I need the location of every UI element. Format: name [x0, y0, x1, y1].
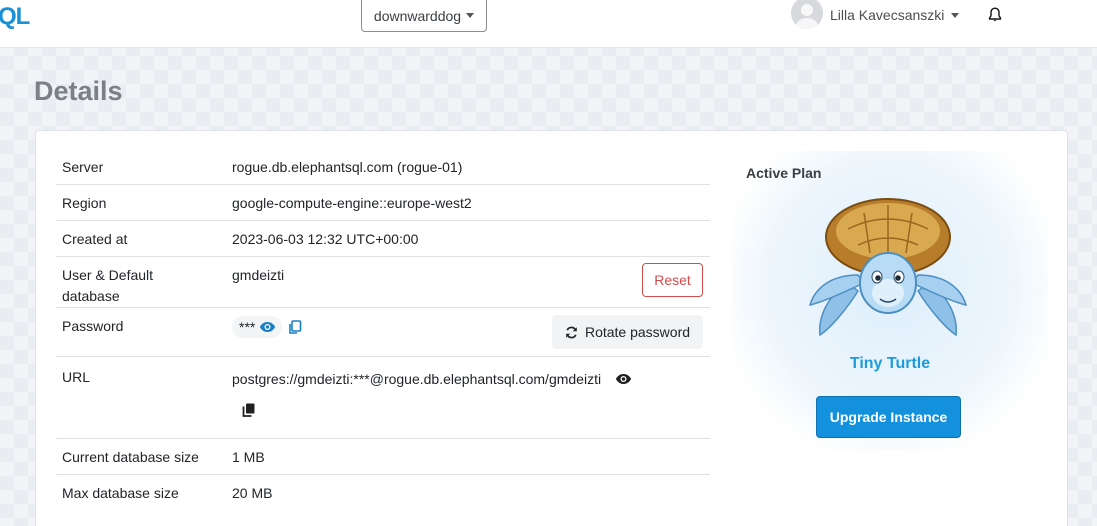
copy-icon[interactable]	[288, 319, 302, 335]
user-menu[interactable]: Lilla Kavecsanszki	[791, 0, 960, 30]
copy-icon[interactable]	[242, 403, 255, 417]
region-value: google-compute-engine::europe-west2	[232, 195, 472, 211]
rotate-icon	[566, 326, 577, 338]
plan-name: Tiny Turtle	[849, 355, 931, 372]
url-label: URL	[62, 369, 91, 385]
bell-icon[interactable]	[988, 7, 1002, 23]
turtle-mascot-icon	[808, 198, 968, 337]
upgrade-instance-button[interactable]: Upgrade Instance	[816, 396, 961, 438]
url-value: postgres://gmdeizti:***@rogue.db.elephan…	[232, 371, 602, 387]
active-plan-label: Active Plan	[746, 165, 822, 181]
password-masked: ***	[239, 319, 256, 335]
table-row: Max database size 20 MB	[56, 475, 710, 511]
server-value: rogue.db.elephantsql.com (rogue-01)	[232, 159, 463, 175]
max-size-value: 20 MB	[232, 485, 273, 501]
user-name: Lilla Kavecsanszki	[830, 7, 945, 23]
user-value: gmdeizti	[232, 267, 285, 283]
table-row: Created at 2023-06-03 12:32 UTC+00:00	[56, 220, 710, 257]
active-plan-panel: Active Plan Tiny Turtle Upgrade Instance	[732, 151, 1048, 451]
user-label: User & Default database	[62, 267, 154, 304]
table-row: User & Default database gmdeizti Reset	[56, 256, 710, 308]
table-row: Password *** Rotate password	[56, 307, 710, 357]
password-label: Password	[62, 318, 124, 334]
created-value: 2023-06-03 12:32 UTC+00:00	[232, 231, 419, 247]
reset-button[interactable]: Reset	[642, 263, 703, 297]
page-title: Details	[34, 76, 123, 106]
current-size-value: 1 MB	[232, 449, 265, 465]
region-label: Region	[62, 195, 107, 211]
table-row: Server rogue.db.elephantsql.com (rogue-0…	[56, 149, 710, 185]
current-size-label: Current database size	[62, 449, 199, 465]
table-row: Current database size 1 MB	[56, 438, 710, 475]
server-label: Server	[62, 159, 104, 175]
rotate-password-button[interactable]: Rotate password	[552, 315, 703, 349]
table-row: Region google-compute-engine::europe-wes…	[56, 184, 710, 221]
rotate-password-label: Rotate password	[584, 324, 691, 340]
table-row: URL postgres://gmdeizti:***@rogue.db.ele…	[56, 356, 710, 439]
brand-logo[interactable]: QL	[0, 3, 30, 31]
details-card: Server rogue.db.elephantsql.com (rogue-0…	[35, 130, 1068, 526]
eye-icon[interactable]	[259, 321, 276, 333]
avatar	[791, 0, 823, 29]
max-size-label: Max database size	[62, 485, 179, 501]
caret-down-icon	[951, 12, 960, 18]
instance-selector-label: downwarddog	[373, 7, 462, 24]
password-field: ***	[232, 316, 283, 338]
details-table: Server rogue.db.elephantsql.com (rogue-0…	[56, 149, 710, 510]
top-navbar: QL downwarddog Lilla Kavecsanszki	[0, 0, 1097, 48]
instance-selector[interactable]: downwarddog	[361, 0, 487, 32]
caret-down-icon	[466, 13, 475, 18]
eye-icon[interactable]	[615, 373, 632, 385]
created-label: Created at	[62, 231, 128, 247]
